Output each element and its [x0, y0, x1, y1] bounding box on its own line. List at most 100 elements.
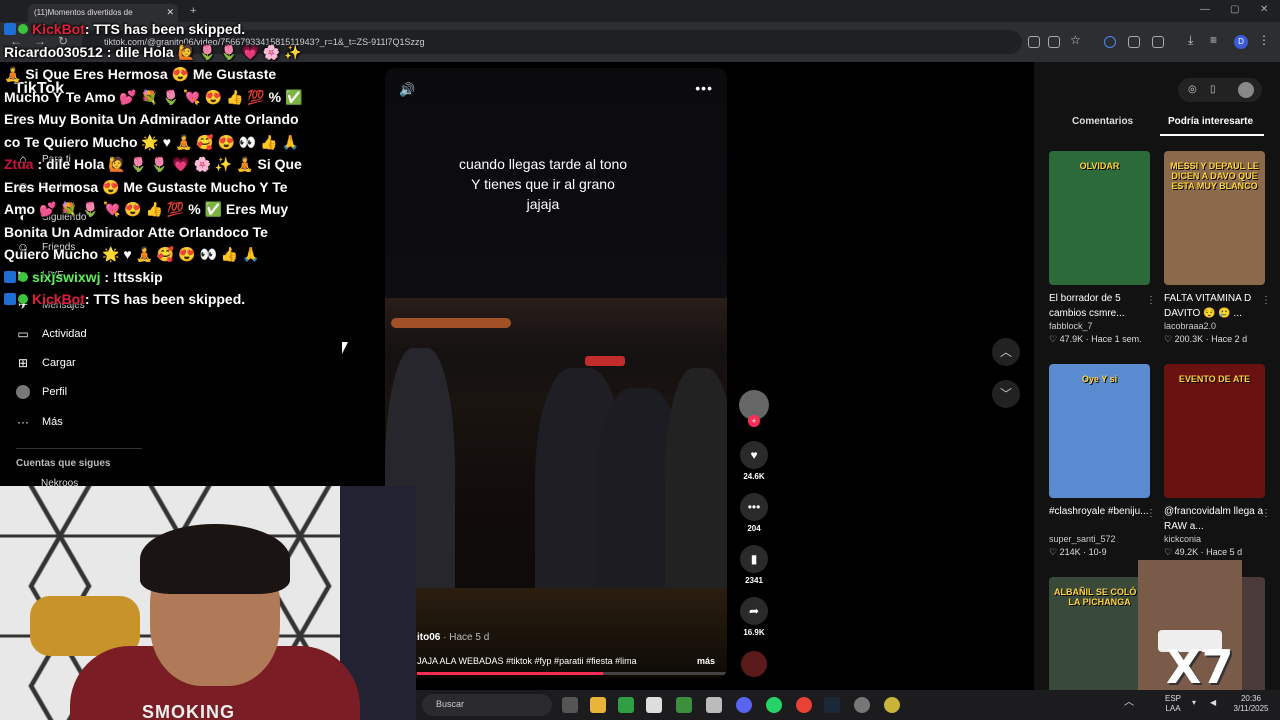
- card-stats: ♡ 49.2K · Hace 5 d: [1164, 547, 1265, 558]
- comment-button[interactable]: ••• 204: [738, 493, 770, 533]
- recommended-video-card[interactable]: EVENTO DE ATE @francovidalm llega a RAW …: [1164, 364, 1271, 558]
- volume-icon[interactable]: 🔊: [399, 82, 415, 98]
- like-button[interactable]: ♥ 24.6K: [738, 441, 770, 481]
- tab-comentarios[interactable]: Comentarios: [1072, 116, 1133, 127]
- settings-gear-icon[interactable]: [854, 697, 870, 713]
- progress-fill: [417, 672, 603, 675]
- recommended-video-card[interactable]: MESSI Y DEPAUL LE DICEN A DAVO QUE ESTA …: [1164, 151, 1271, 345]
- card-time-value: Hace 1 sem.: [1091, 334, 1142, 344]
- extension-icon[interactable]: [1128, 36, 1140, 48]
- close-window-icon[interactable]: ✕: [1260, 4, 1268, 15]
- video-author[interactable]: ito06 · Hace 5 d: [417, 632, 489, 643]
- chat-text: : dile Hola 🙋 🌷 🌷 💗 🌸 ✨ 🧘 Si Que Eres He…: [4, 156, 302, 262]
- heart-icon: ♡: [1164, 334, 1175, 344]
- video-thumbnail[interactable]: OLVIDAR: [1049, 151, 1150, 285]
- chat-username: KickBot: [32, 291, 85, 307]
- sidebar-item-mas[interactable]: ··· Más: [16, 415, 63, 429]
- video-thumbnail[interactable]: EVENTO DE ATE: [1164, 364, 1265, 498]
- video-scene: [391, 318, 511, 328]
- video-thumbnail[interactable]: Oye Y si: [1049, 364, 1150, 498]
- share-count: 16.9K: [743, 628, 765, 637]
- task-view-icon[interactable]: [562, 697, 578, 713]
- maximize-icon[interactable]: ▢: [1230, 4, 1239, 15]
- video-progress-bar[interactable]: [417, 672, 727, 675]
- card-more-icon[interactable]: ⋮: [1146, 508, 1156, 519]
- language-indicator[interactable]: ESP LAA: [1164, 694, 1182, 714]
- discord-icon[interactable]: [736, 697, 752, 713]
- video-thumbnail[interactable]: MESSI Y DEPAUL LE DICEN A DAVO QUE ESTA …: [1164, 151, 1265, 285]
- file-explorer-icon[interactable]: [590, 697, 606, 713]
- card-title: @francovidalm llega a RAW a...: [1164, 506, 1264, 532]
- sidebar-item-actividad[interactable]: ▭ Actividad: [16, 327, 86, 341]
- thumbnail-text: MESSI Y DEPAUL LE DICEN A DAVO QUE ESTA …: [1170, 161, 1259, 191]
- volume-icon[interactable]: ◀: [1210, 698, 1216, 708]
- cast-icon[interactable]: [1028, 36, 1040, 48]
- tab-podria-interesarte[interactable]: Podría interesarte: [1168, 116, 1253, 127]
- mod-badge-icon: [4, 23, 16, 35]
- card-username[interactable]: fabblock_7: [1049, 321, 1150, 331]
- card-more-icon[interactable]: ⋮: [1146, 295, 1156, 306]
- puzzle-icon[interactable]: [1152, 36, 1164, 48]
- next-video-chevron-down-icon[interactable]: ﹀: [992, 380, 1020, 408]
- save-button[interactable]: ▮ 2341: [738, 545, 770, 585]
- see-more-link[interactable]: más: [697, 656, 715, 666]
- translate-icon[interactable]: [1048, 36, 1060, 48]
- sidebar-item-perfil[interactable]: Perfil: [16, 385, 67, 399]
- search-placeholder: Buscar: [436, 699, 465, 709]
- whatsapp-icon[interactable]: [766, 697, 782, 713]
- mouse-cursor-icon: [342, 342, 348, 354]
- chat-username: sixjswixwj: [32, 268, 101, 285]
- minecraft-icon[interactable]: [676, 697, 692, 713]
- comment-icon: •••: [740, 493, 768, 521]
- verified-badge-icon: [18, 24, 28, 34]
- download-icon[interactable]: ⤓: [1188, 33, 1200, 47]
- chevron-up-icon[interactable]: ︿: [1124, 698, 1134, 708]
- app-icon[interactable]: [884, 697, 900, 713]
- card-time-value: Hace 2 d: [1211, 334, 1248, 344]
- bookmark-star-icon[interactable]: ☆: [1070, 33, 1082, 47]
- sidebar-item-label: Cargar: [42, 357, 76, 369]
- extension-icon[interactable]: [1104, 36, 1116, 48]
- wifi-icon[interactable]: ▾: [1192, 698, 1196, 708]
- card-username[interactable]: lacobraaa2.0: [1164, 321, 1265, 331]
- heart-icon: ♡: [1049, 334, 1060, 344]
- new-tab-icon[interactable]: +: [190, 5, 196, 17]
- chat-message: sixjswixwj : !ttsskip: [4, 266, 314, 289]
- recommended-video-card[interactable]: Oye Y si #clashroyale #beniju... super_s…: [1049, 364, 1156, 558]
- chat-message: Ztua : dile Hola 🙋 🌷 🌷 💗 🌸 ✨ 🧘 Si Que Er…: [4, 153, 314, 266]
- clock[interactable]: 20:36 3/11/2025: [1230, 694, 1272, 714]
- recommended-video-card[interactable]: OLVIDAR El borrador de 5 cambios csmre..…: [1049, 151, 1156, 345]
- profile-icon: [16, 385, 30, 399]
- card-username[interactable]: super_santi_572: [1049, 534, 1150, 544]
- chrome-icon[interactable]: [796, 697, 812, 713]
- profile-avatar[interactable]: D: [1234, 35, 1248, 49]
- reading-list-icon[interactable]: ≡: [1210, 33, 1222, 47]
- heart-icon: ♥: [740, 441, 768, 469]
- card-more-icon[interactable]: ⋮: [1261, 295, 1271, 306]
- previous-video-chevron-up-icon[interactable]: ︿: [992, 338, 1020, 366]
- sidebar-item-cargar[interactable]: ⊞ Cargar: [16, 356, 76, 370]
- video-player[interactable]: cuando llegas tarde al tono Y tienes que…: [385, 68, 727, 678]
- app-icon[interactable]: [706, 697, 722, 713]
- minimize-icon[interactable]: —: [1200, 4, 1210, 15]
- video-caption: cuando llegas tarde al tono Y tienes que…: [458, 156, 628, 212]
- xbox-icon[interactable]: [618, 697, 634, 713]
- more-options-icon[interactable]: •••: [695, 80, 713, 96]
- phone-icon[interactable]: ▯: [1210, 84, 1216, 95]
- steam-icon[interactable]: [824, 697, 840, 713]
- taskbar-search[interactable]: Buscar: [422, 694, 552, 716]
- close-tab-icon[interactable]: ✕: [166, 7, 174, 18]
- card-more-icon[interactable]: ⋮: [1261, 508, 1271, 519]
- avatar[interactable]: [1238, 82, 1254, 98]
- card-likes: 47.9K: [1059, 334, 1084, 344]
- card-title: El borrador de 5 cambios csmre...: [1049, 293, 1125, 319]
- card-username[interactable]: kickconia: [1164, 534, 1265, 544]
- sidebar-item-label: Más: [42, 416, 63, 428]
- compass-icon[interactable]: ◎: [1188, 84, 1197, 95]
- share-button[interactable]: ➦ 16.9K: [738, 597, 770, 637]
- webcam-feed: SMOKING: [0, 486, 416, 720]
- menu-icon[interactable]: ⋮: [1258, 33, 1270, 47]
- store-icon[interactable]: [646, 697, 662, 713]
- music-disc-icon[interactable]: [741, 651, 767, 677]
- follow-plus-icon[interactable]: +: [748, 415, 760, 427]
